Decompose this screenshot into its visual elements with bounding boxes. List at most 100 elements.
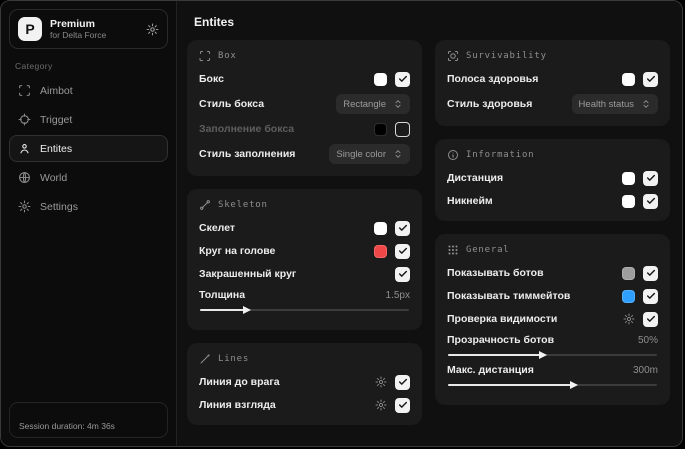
sidebar-item-settings[interactable]: Settings [9,193,168,220]
slider-value: 1.5px [385,289,410,301]
checkbox[interactable] [643,193,658,209]
select-dropdown[interactable]: Single color [329,144,410,164]
row-controls: Health status [571,94,658,114]
checkbox[interactable] [395,397,410,413]
sidebar: P Premium for Delta Force Category Aimbo… [1,1,177,446]
box-scan-icon [199,50,211,62]
crosshair-icon [18,113,31,126]
sidebar-item-label: Entites [40,142,73,155]
panel-columns: Box Бокс Стиль бокса Rectangle Заполнение бо… [187,40,674,425]
setting-label: Скелет [199,222,236,234]
color-swatch[interactable] [622,266,635,280]
config-gear-icon[interactable] [375,376,387,388]
scan-icon [18,84,31,97]
color-swatch[interactable] [622,289,635,303]
color-swatch[interactable] [374,244,387,258]
color-swatch[interactable] [622,194,635,208]
checkbox[interactable] [643,170,658,186]
app-window: P Premium for Delta Force Category Aimbo… [0,0,683,447]
setting-label: Бокс [199,73,224,85]
setting-row: Показывать ботов [447,265,658,281]
setting-row: Показывать тиммейтов [447,288,658,304]
slider-track[interactable] [200,305,409,314]
color-swatch[interactable] [374,72,387,86]
slider-track[interactable] [448,350,657,359]
chevrons-up-down-icon [641,99,651,109]
sidebar-item-entites[interactable]: Entites [9,135,168,162]
panel-information: Information Дистанция Никнейм [435,139,670,221]
setting-label: Линия взгляда [199,399,276,411]
checkbox[interactable] [395,220,410,236]
color-swatch[interactable] [374,122,387,136]
slider-row: Макс. дистанция 300m [447,364,658,389]
category-label: Category [15,61,53,71]
checkbox[interactable] [643,71,658,87]
setting-row: Линия взгляда [199,397,410,413]
row-controls [622,265,658,281]
panel-lines: Lines Линия до врага Линия взгляда [187,343,422,425]
app-logo: P [18,17,42,41]
select-value: Rectangle [343,98,386,110]
checkbox[interactable] [395,243,410,259]
select-value: Health status [578,98,634,110]
slider-fill [448,354,543,356]
slider-thumb[interactable] [242,305,251,314]
checkbox[interactable] [395,71,410,87]
sidebar-item-aimbot[interactable]: Aimbot [9,77,168,104]
gear-icon [18,200,31,213]
slider-value: 50% [637,334,658,346]
session-duration: Session duration: 4m 36s [19,421,115,431]
slider-track[interactable] [448,380,657,389]
config-gear-icon[interactable] [375,399,387,411]
checkbox[interactable] [643,288,658,304]
color-swatch[interactable] [622,171,635,185]
checkbox[interactable] [643,311,658,327]
checkbox[interactable] [395,266,410,282]
setting-label: Показывать ботов [447,267,544,279]
color-swatch[interactable] [622,72,635,86]
panel-box: Box Бокс Стиль бокса Rectangle Заполнение бо… [187,40,422,176]
slider-thumb[interactable] [570,380,579,389]
checkbox[interactable] [643,265,658,281]
setting-label: Дистанция [447,172,504,184]
config-gear-icon[interactable] [623,313,635,325]
row-controls [374,243,410,259]
row-controls [374,71,410,87]
sidebar-item-trigget[interactable]: Trigget [9,106,168,133]
select-dropdown[interactable]: Rectangle [336,94,410,114]
setting-row: Стиль здоровья Health status [447,94,658,114]
checkbox[interactable] [395,121,410,137]
sidebar-item-world[interactable]: World [9,164,168,191]
slider-label-row: Макс. дистанция 300m [447,364,658,376]
sidebar-item-label: Aimbot [40,84,73,97]
session-card: Session duration: 4m 36s [9,402,168,438]
setting-label: Круг на голове [199,245,276,257]
panel-header: Box [199,50,410,62]
row-controls [623,311,658,327]
info-icon [447,149,459,161]
survivability-icon [447,50,459,62]
left-column: Box Бокс Стиль бокса Rectangle Заполнение бо… [187,40,422,425]
panel-general: General Показывать ботов Показывать тиммей… [435,234,670,405]
slider-thumb[interactable] [539,350,548,359]
color-swatch[interactable] [374,221,387,235]
setting-row: Полоса здоровья [447,71,658,87]
right-column: Survivability Полоса здоровья Стиль здоров… [435,40,670,425]
setting-label: Закрашенный круг [199,268,297,280]
settings-gear-icon[interactable] [146,23,159,36]
setting-row: Линия до врага [199,374,410,390]
row-controls [622,71,658,87]
row-controls: Rectangle [336,94,410,114]
setting-label: Полоса здоровья [447,73,539,85]
line-icon [199,353,211,365]
row-controls [622,288,658,304]
select-dropdown[interactable]: Health status [571,94,658,114]
sidebar-item-label: Settings [40,200,78,213]
checkbox[interactable] [395,374,410,390]
setting-row: Дистанция [447,170,658,186]
setting-label: Толщина [199,289,246,301]
setting-row: Проверка видимости [447,311,658,327]
setting-label: Стиль заполнения [199,148,296,160]
slider-fill [448,384,574,386]
panel-title: Skeleton [218,200,268,210]
